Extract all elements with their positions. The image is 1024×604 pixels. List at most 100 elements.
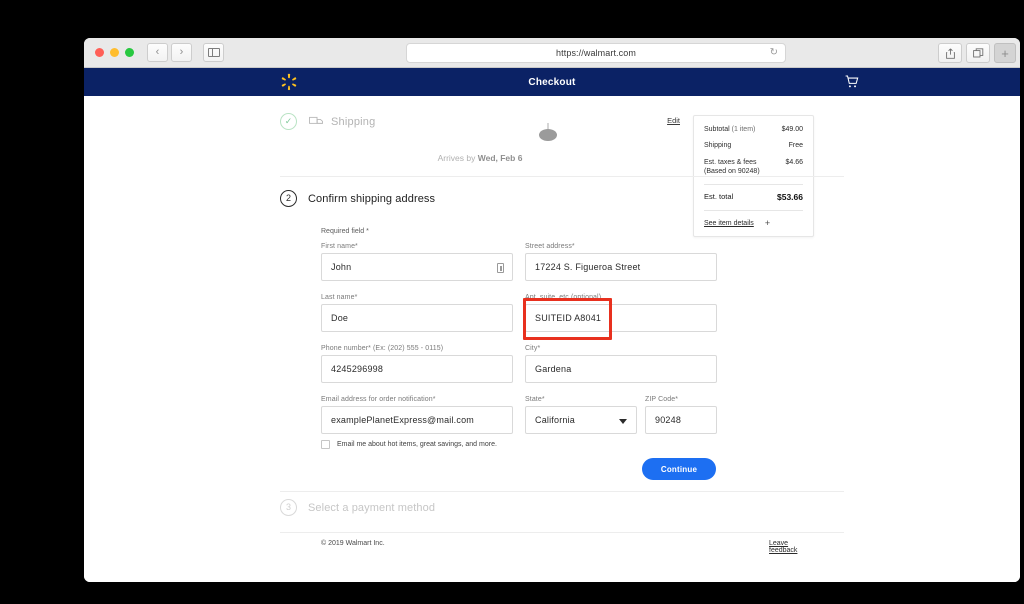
step-3-number-badge: 3 xyxy=(280,499,297,516)
email-input[interactable]: examplePlanetExpress@mail.com xyxy=(321,406,513,434)
summary-divider-2 xyxy=(704,210,803,212)
autofill-contact-icon[interactable] xyxy=(497,263,504,273)
first-name-label: First name* xyxy=(321,243,358,250)
step-1-label: Shipping xyxy=(331,115,376,128)
leave-feedback-link[interactable]: Leave feedback xyxy=(769,540,797,554)
browser-window: ‹ › https://walmart.com ↻ + Checkout Sub… xyxy=(84,38,1020,582)
summary-total-value: $53.66 xyxy=(777,191,803,202)
marketing-optin-row[interactable]: Email me about hot items, great savings,… xyxy=(321,440,497,449)
email-field-group: Email address for order notification* ex… xyxy=(321,396,513,434)
back-button[interactable]: ‹ xyxy=(147,43,168,62)
summary-taxes-value: $4.66 xyxy=(785,158,803,166)
arrival-estimate: Arrives by Wed, Feb 6 xyxy=(280,153,680,163)
summary-shipping-label: Shipping xyxy=(704,142,732,150)
maximize-window-button[interactable] xyxy=(125,48,134,57)
zip-value: 90248 xyxy=(655,415,682,425)
zip-field-group: ZIP Code* 90248 xyxy=(645,396,717,434)
address-bar[interactable]: https://walmart.com ↻ xyxy=(406,43,786,63)
zip-input[interactable]: 90248 xyxy=(645,406,717,434)
tabs-icon xyxy=(972,47,983,57)
state-select[interactable]: California xyxy=(525,406,637,434)
street-address-field-group: Street address* 17224 S. Figueroa Street xyxy=(525,243,717,281)
step-2-label: Confirm shipping address xyxy=(308,192,436,205)
city-label: City* xyxy=(525,345,541,352)
new-tab-button[interactable]: + xyxy=(994,43,1016,63)
city-field-group: City* Gardena xyxy=(525,345,717,383)
last-name-field-group: Last name* Doe xyxy=(321,294,513,332)
apt-suite-input[interactable]: SUITEID A8041 xyxy=(525,304,717,332)
summary-row-shipping: Shipping Free xyxy=(704,141,803,150)
section-divider-3 xyxy=(280,532,844,533)
step-3-header[interactable]: 3 Select a payment method xyxy=(280,499,435,516)
first-name-value: John xyxy=(331,262,352,272)
phone-input[interactable]: 4245296998 xyxy=(321,355,513,383)
expand-plus-icon: + xyxy=(764,218,771,229)
device-frame: ‹ › https://walmart.com ↻ + Checkout Sub… xyxy=(40,14,1020,590)
state-field-group: State* California xyxy=(525,396,637,434)
summary-row-total: Est. total $53.66 xyxy=(704,192,803,203)
phone-label: Phone number* (Ex: (202) 555 - 0115) xyxy=(321,345,444,352)
marketing-optin-checkbox[interactable] xyxy=(321,440,330,449)
street-address-label: Street address* xyxy=(525,243,575,250)
street-address-input[interactable]: 17224 S. Figueroa Street xyxy=(525,253,717,281)
arrives-prefix: Arrives by xyxy=(437,153,478,163)
minimize-window-button[interactable] xyxy=(110,48,119,57)
sidebar-toggle-button[interactable] xyxy=(203,43,224,62)
show-tabs-button[interactable] xyxy=(966,43,990,63)
step-1-shipping-header: ✓ Shipping Edit xyxy=(280,113,680,130)
map-pin-blob xyxy=(539,129,557,141)
last-name-value: Doe xyxy=(331,313,349,323)
apt-suite-field-group: Apt, suite, etc (optional) SUITEID A8041 xyxy=(525,294,717,332)
step-3-label: Select a payment method xyxy=(308,501,436,514)
summary-divider-1 xyxy=(704,183,803,185)
page-scrollbar[interactable] xyxy=(1016,96,1020,582)
state-value: California xyxy=(535,415,576,425)
arrives-date: Wed, Feb 6 xyxy=(477,153,523,163)
apt-suite-label: Apt, suite, etc (optional) xyxy=(525,294,602,301)
edit-shipping-link[interactable]: Edit xyxy=(667,116,680,125)
browser-toolbar: ‹ › https://walmart.com ↻ + xyxy=(84,38,1020,68)
toolbar-right-buttons: + xyxy=(938,43,1016,63)
copyright-text: © 2019 Walmart Inc. xyxy=(321,540,385,547)
chevron-down-icon xyxy=(619,419,627,424)
apt-suite-value: SUITEID A8041 xyxy=(535,313,602,323)
summary-total-label: Est. total xyxy=(704,191,734,201)
city-value: Gardena xyxy=(535,364,572,374)
site-header: Checkout xyxy=(84,68,1020,96)
see-item-details-label: See item details xyxy=(704,219,754,227)
close-window-button[interactable] xyxy=(95,48,104,57)
sidebar-icon xyxy=(207,48,220,57)
step-2-header: 2 Confirm shipping address xyxy=(280,190,435,207)
page-title: Checkout xyxy=(528,76,576,88)
step-2-number-badge: 2 xyxy=(280,190,297,207)
summary-shipping-value: Free xyxy=(788,142,803,150)
summary-subtotal-label: Subtotal (1 item) xyxy=(704,126,756,133)
share-button[interactable] xyxy=(938,43,962,63)
navigation-buttons: ‹ › xyxy=(147,43,192,62)
first-name-input[interactable]: John xyxy=(321,253,513,281)
see-item-details-link[interactable]: See item details + xyxy=(704,218,803,228)
step-1-complete-check-icon: ✓ xyxy=(280,113,297,130)
email-value: examplePlanetExpress@mail.com xyxy=(331,415,474,425)
street-address-value: 17224 S. Figueroa Street xyxy=(535,262,641,272)
continue-button[interactable]: Continue xyxy=(642,458,716,480)
last-name-input[interactable]: Doe xyxy=(321,304,513,332)
reload-icon[interactable]: ↻ xyxy=(770,48,778,58)
summary-row-subtotal: Subtotal (1 item) $49.00 xyxy=(704,125,803,134)
truck-icon xyxy=(309,116,323,124)
url-text: https://walmart.com xyxy=(556,48,636,58)
marketing-optin-label: Email me about hot items, great savings,… xyxy=(337,441,497,448)
checkout-page: Subtotal (1 item) $49.00 Shipping Free E… xyxy=(84,96,1020,582)
phone-field-group: Phone number* (Ex: (202) 555 - 0115) 424… xyxy=(321,345,513,383)
state-label: State* xyxy=(525,396,545,403)
section-divider-1 xyxy=(280,176,844,177)
first-name-field-group: First name* John xyxy=(321,243,513,281)
forward-button[interactable]: › xyxy=(171,43,192,62)
phone-value: 4245296998 xyxy=(331,364,384,374)
share-icon xyxy=(945,47,955,59)
summary-taxes-label: Est. taxes & fees (Based on 90248) xyxy=(704,158,760,176)
walmart-spark-logo[interactable] xyxy=(280,73,298,91)
city-input[interactable]: Gardena xyxy=(525,355,717,383)
shopping-cart-icon[interactable] xyxy=(844,74,860,90)
email-label: Email address for order notification* xyxy=(321,396,436,403)
